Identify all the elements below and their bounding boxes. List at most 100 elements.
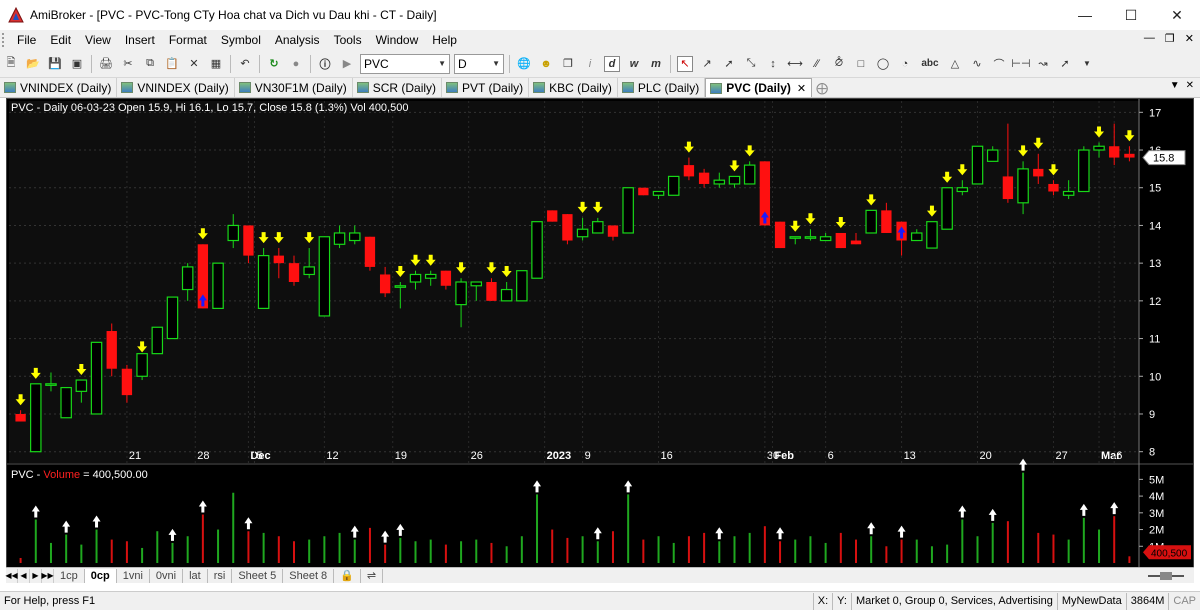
x-tick-label: 12 (326, 450, 338, 462)
interval-m-button[interactable]: m (648, 56, 664, 72)
interval-i-button[interactable]: i (582, 56, 598, 72)
menu-analysis[interactable]: Analysis (268, 33, 327, 47)
candle-body-up (166, 296, 179, 340)
pages-icon[interactable]: ❐ (560, 56, 576, 72)
maximize-button[interactable]: ☐ (1108, 0, 1154, 30)
tab-list-icon[interactable]: ▼ (1170, 80, 1180, 91)
tab-close-icon[interactable]: ✕ (1186, 80, 1194, 91)
play-icon[interactable]: ▶ (339, 56, 355, 72)
rectangle-icon[interactable]: □ (853, 56, 869, 72)
sheet-lat[interactable]: lat (183, 568, 208, 583)
candle-body-down (121, 368, 133, 396)
paste-icon[interactable]: 📋 (164, 56, 180, 72)
minimize-button[interactable]: — (1062, 0, 1108, 30)
parallel-lines-icon[interactable]: ∕∕ (809, 56, 825, 72)
open-folder-icon[interactable]: 📂 (25, 56, 41, 72)
text-tool-icon[interactable]: abc (919, 56, 941, 72)
stop-icon[interactable]: ● (288, 56, 304, 72)
triangle-icon[interactable]: △ (947, 56, 963, 72)
emoticon-icon[interactable]: ☻ (538, 56, 554, 72)
menu-view[interactable]: View (78, 33, 118, 47)
new-file-icon[interactable]: 🗎 (3, 56, 19, 72)
arrow-tool-icon[interactable]: ➚ (1057, 56, 1073, 72)
sheet-rsi[interactable]: rsi (208, 568, 233, 583)
tab-kbc[interactable]: KBC (Daily) (529, 78, 618, 97)
globe-icon[interactable]: 🌐 (516, 56, 532, 72)
fibonacci-icon[interactable]: ⊢⊣ (1011, 56, 1030, 72)
last-sheet-icon[interactable]: ▶▶ (41, 568, 54, 583)
tab-vnindex-2[interactable]: VNINDEX (Daily) (117, 78, 235, 97)
sheet-1vni[interactable]: 1vni (117, 568, 150, 583)
tab-label: VNINDEX (Daily) (20, 80, 112, 95)
close-icon[interactable]: ✕ (797, 82, 806, 95)
menu-window[interactable]: Window (369, 33, 426, 47)
delete-icon[interactable]: ✕ (186, 56, 202, 72)
mdi-restore-icon[interactable]: ❐ (1165, 32, 1175, 45)
toolbar-overflow-icon[interactable]: ▼ (1079, 56, 1095, 72)
interval-d-button[interactable]: d (604, 55, 620, 72)
save-all-icon[interactable]: ▣ (69, 56, 85, 72)
tab-label: PVT (Daily) (462, 80, 524, 95)
candle-body-down (106, 331, 117, 369)
sheet-1cp[interactable]: 1cp (54, 568, 85, 583)
trendline-icon[interactable]: ↗ (699, 56, 715, 72)
fan-icon[interactable]: ⦲ (831, 56, 847, 72)
horizontal-scrollbar[interactable] (1146, 571, 1186, 580)
grid-icon[interactable]: ▦ (208, 56, 224, 72)
next-sheet-icon[interactable]: ▶ (30, 568, 42, 583)
pie-icon[interactable]: ◔ (897, 56, 913, 72)
chart-tab-icon (446, 82, 459, 93)
menu-help[interactable]: Help (425, 33, 464, 47)
undo-icon[interactable]: ↶ (237, 56, 253, 72)
mdi-minimize-icon[interactable]: — (1144, 32, 1155, 45)
save-icon[interactable]: 💾 (47, 56, 63, 72)
sheet-lock-icon[interactable]: 🔒 (334, 568, 361, 583)
wave-icon[interactable]: ↝ (1035, 56, 1051, 72)
tab-scr[interactable]: SCR (Daily) (353, 78, 443, 97)
menu-grip[interactable] (2, 33, 10, 47)
arc-icon[interactable]: ⌒ (991, 56, 1007, 72)
candle-body-up (60, 386, 72, 419)
extended-line-icon[interactable]: ⤡ (743, 56, 759, 72)
mdi-close-icon[interactable]: ✕ (1185, 32, 1194, 45)
tab-pvc[interactable]: PVC (Daily) ✕ (705, 78, 813, 97)
zigzag-icon[interactable]: ∿ (969, 56, 985, 72)
menu-format[interactable]: Format (162, 33, 214, 47)
sheet-8[interactable]: Sheet 8 (283, 568, 335, 583)
tab-vnindex-1[interactable]: VNINDEX (Daily) (0, 78, 118, 97)
sheet-5[interactable]: Sheet 5 (232, 568, 284, 583)
menu-edit[interactable]: Edit (43, 33, 78, 47)
ellipse-icon[interactable]: ◯ (875, 56, 891, 72)
status-help-text: For Help, press F1 (4, 595, 96, 607)
chart-canvas[interactable]: 1716151413121110982128Dec512192620239163… (7, 99, 1193, 567)
sheet-0vni[interactable]: 0vni (150, 568, 184, 583)
symbol-combo[interactable]: PVC ▼ (360, 53, 450, 74)
ray-icon[interactable]: ➚ (721, 56, 737, 72)
print-icon[interactable]: 🖨 (98, 56, 114, 72)
menu-tools[interactable]: Tools (327, 33, 369, 47)
select-cursor-icon[interactable]: ↖ (677, 55, 693, 72)
candle-body-up (667, 175, 680, 196)
new-tab-button[interactable]: ⨁ (812, 78, 833, 97)
sheet-sync-icon[interactable]: ⇌ (361, 568, 384, 583)
cut-icon[interactable]: ✂ (120, 56, 136, 72)
first-sheet-icon[interactable]: ◀◀ (5, 568, 18, 583)
menu-insert[interactable]: Insert (118, 33, 162, 47)
info-icon[interactable]: ⓘ (317, 56, 333, 72)
sheet-0cp[interactable]: 0cp (84, 568, 117, 583)
refresh-icon[interactable]: ↻ (266, 56, 282, 72)
prev-sheet-icon[interactable]: ◀ (18, 568, 30, 583)
menu-file[interactable]: File (10, 33, 43, 47)
interval-w-button[interactable]: w (626, 56, 642, 72)
horizontal-line-icon[interactable]: ⟷ (787, 56, 803, 72)
copy-icon[interactable]: ⧉ (142, 56, 158, 72)
menu-symbol[interactable]: Symbol (214, 33, 268, 47)
candle-body-up (804, 236, 817, 239)
tab-vn30f1m[interactable]: VN30F1M (Daily) (235, 78, 353, 97)
tab-plc[interactable]: PLC (Daily) (618, 78, 706, 97)
chart-area[interactable]: 1716151413121110982128Dec512192620239163… (6, 98, 1194, 568)
interval-combo[interactable]: D ▼ (454, 53, 504, 74)
tab-pvt[interactable]: PVT (Daily) (442, 78, 530, 97)
vertical-line-icon[interactable]: ↕ (765, 56, 781, 72)
close-button[interactable]: ✕ (1154, 0, 1200, 30)
